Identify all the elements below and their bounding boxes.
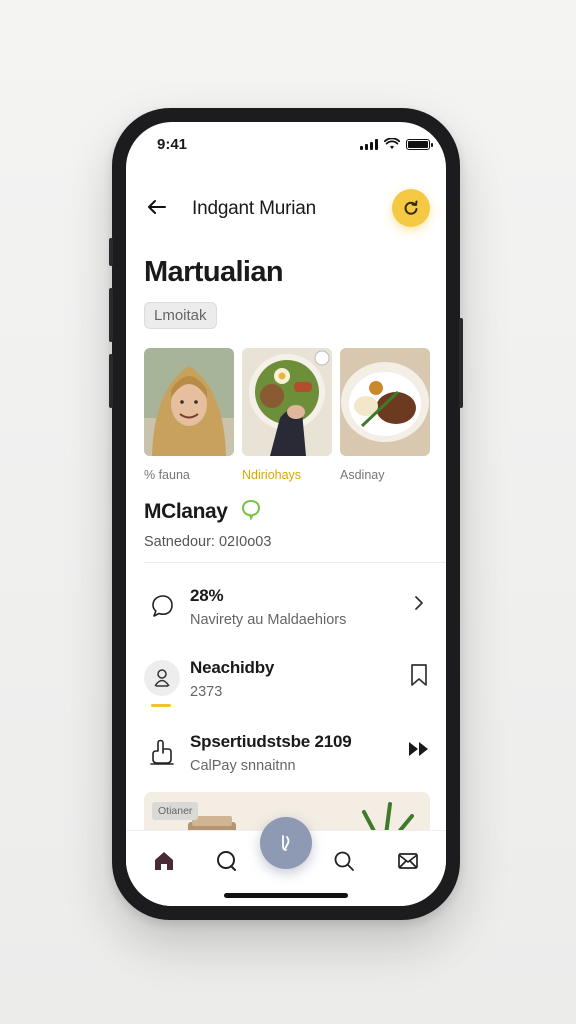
profile-name: MClanay xyxy=(144,500,228,523)
volume-up-button xyxy=(109,288,113,342)
wifi-icon xyxy=(384,138,400,149)
list-item-title: Neachidby xyxy=(190,658,275,677)
fast-forward-icon[interactable] xyxy=(406,736,432,762)
gallery-caption-2[interactable]: Ndiriohays xyxy=(242,468,301,482)
list-item[interactable]: 28% Navirety au Maldaehiors xyxy=(126,580,446,640)
list-item[interactable]: Neachidby 2373 xyxy=(126,652,446,712)
hand-icon xyxy=(144,734,180,770)
profile-subtitle: Satnedour: 02I0o03 xyxy=(144,534,272,550)
voice-button[interactable] xyxy=(260,817,312,869)
list-item-title: 28% xyxy=(190,586,224,605)
power-button xyxy=(459,318,463,408)
signal-icon xyxy=(360,138,378,150)
phone-frame: 9:41 Indgant Murian Martualian Lmoitak %… xyxy=(109,108,463,920)
page-title: Martualian xyxy=(144,256,284,288)
refresh-button[interactable] xyxy=(392,189,430,227)
list-item-subtitle: Navirety au Maldaehiors xyxy=(190,612,347,628)
gallery-caption-3: Asdinay xyxy=(340,468,385,482)
voice-icon xyxy=(282,835,290,851)
category-tag[interactable]: Lmoitak xyxy=(144,302,217,329)
mail-icon[interactable] xyxy=(394,847,422,875)
chat-icon[interactable] xyxy=(212,847,240,875)
meal-image xyxy=(242,348,332,456)
battery-icon xyxy=(406,138,433,150)
list-item-title: Spsertiudstsbe 2109 xyxy=(190,732,352,751)
header-title: Indgant Murian xyxy=(192,198,316,219)
app-header: Indgant Murian xyxy=(126,182,446,230)
gallery-thumb-dish[interactable] xyxy=(340,348,430,456)
banner-chip: Otianer xyxy=(152,802,199,820)
chevron-right-icon[interactable] xyxy=(406,590,432,616)
status-bar: 9:41 xyxy=(126,122,446,166)
app-screen: 9:41 Indgant Murian Martualian Lmoitak %… xyxy=(126,122,446,906)
dish-image xyxy=(340,348,430,456)
search-icon[interactable] xyxy=(330,847,358,875)
mute-switch xyxy=(109,238,113,266)
chat-bubble-icon xyxy=(144,588,180,624)
home-icon[interactable] xyxy=(150,847,178,875)
photo-gallery xyxy=(144,348,432,458)
list-item-subtitle: 2373 xyxy=(190,684,223,700)
portrait-image xyxy=(144,348,234,456)
section-divider xyxy=(144,562,446,563)
volume-down-button xyxy=(109,354,113,408)
bookmark-icon[interactable] xyxy=(406,662,432,688)
verified-icon xyxy=(241,499,261,520)
status-time: 9:41 xyxy=(157,136,188,153)
gallery-thumb-portrait[interactable] xyxy=(144,348,234,456)
refresh-icon xyxy=(404,200,418,215)
list-item[interactable]: Spsertiudstsbe 2109 CalPay snnaitnn xyxy=(126,726,446,786)
back-arrow-icon[interactable] xyxy=(144,194,170,220)
gallery-caption-1: % fauna xyxy=(144,468,190,482)
status-icons xyxy=(360,138,433,150)
home-indicator xyxy=(224,893,348,898)
gallery-thumb-meal[interactable] xyxy=(242,348,332,456)
active-indicator xyxy=(151,704,171,707)
list-item-subtitle: CalPay snnaitnn xyxy=(190,758,296,774)
bottom-tab-bar xyxy=(126,817,446,906)
person-icon xyxy=(144,660,180,696)
